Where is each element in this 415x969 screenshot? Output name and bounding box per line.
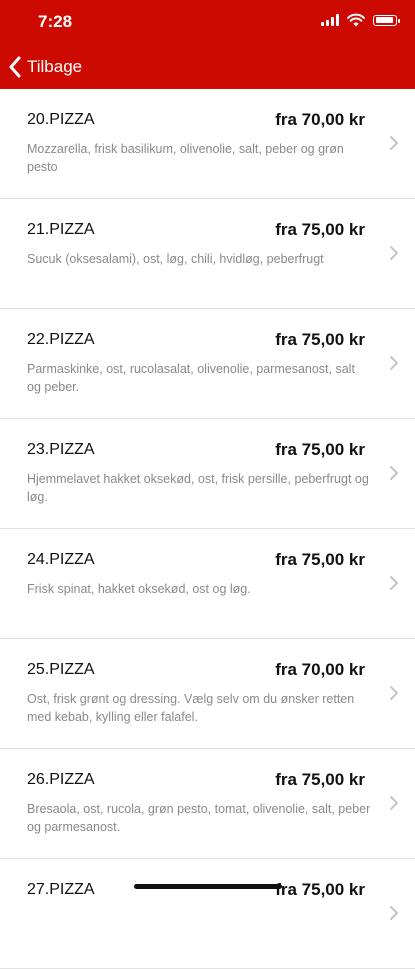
chevron-right-icon <box>390 356 398 370</box>
item-description: Bresaola, ost, rucola, grøn pesto, tomat… <box>27 802 371 834</box>
status-icons <box>321 13 400 27</box>
chevron-right-icon <box>390 686 398 700</box>
item-description: Frisk spinat, hakket oksekød, ost og løg… <box>27 582 251 596</box>
list-item[interactable]: 26.PIZZA fra 75,00 kr Bresaola, ost, ruc… <box>0 749 415 859</box>
item-name: 21.PIZZA <box>27 221 95 238</box>
chevron-right-icon <box>390 576 398 590</box>
pizza-list: 20.PIZZA fra 70,00 kr Mozzarella, frisk … <box>0 89 415 969</box>
list-item[interactable]: 21.PIZZA fra 75,00 kr Sucuk (oksesalami)… <box>0 199 415 309</box>
item-name: 20.PIZZA <box>27 111 95 128</box>
back-label: Tilbage <box>27 57 83 76</box>
item-name: 25.PIZZA <box>27 661 95 678</box>
item-name: 26.PIZZA <box>27 771 95 788</box>
battery-icon <box>373 14 400 26</box>
item-description: Mozzarella, frisk basilikum, olivenolie,… <box>27 142 344 174</box>
item-price: fra 75,00 kr <box>275 440 365 459</box>
cellular-signal-icon <box>321 14 339 26</box>
header-bar: 7:28 Tilbage <box>0 0 415 89</box>
home-indicator[interactable] <box>134 884 282 889</box>
list-item[interactable]: 22.PIZZA fra 75,00 kr Parmaskinke, ost, … <box>0 309 415 419</box>
chevron-right-icon <box>390 906 398 920</box>
item-price: fra 75,00 kr <box>275 330 365 349</box>
item-price: fra 75,00 kr <box>275 220 365 239</box>
item-price: fra 75,00 kr <box>275 880 365 899</box>
chevron-right-icon <box>390 246 398 260</box>
list-item[interactable]: 25.PIZZA fra 70,00 kr Ost, frisk grønt o… <box>0 639 415 749</box>
item-description: Sucuk (oksesalami), ost, løg, chili, hvi… <box>27 252 324 266</box>
item-name: 24.PIZZA <box>27 551 95 568</box>
item-name: 27.PIZZA <box>27 881 95 898</box>
item-price: fra 70,00 kr <box>275 110 365 129</box>
item-description: Hjemmelavet hakket oksekød, ost, frisk p… <box>27 472 369 504</box>
wifi-icon <box>347 13 365 27</box>
chevron-left-icon <box>9 56 21 78</box>
list-item[interactable]: 23.PIZZA fra 75,00 kr Hjemmelavet hakket… <box>0 419 415 529</box>
chevron-right-icon <box>390 796 398 810</box>
item-name: 23.PIZZA <box>27 441 95 458</box>
list-item[interactable]: 27.PIZZA fra 75,00 kr <box>0 859 415 969</box>
item-price: fra 75,00 kr <box>275 770 365 789</box>
back-button[interactable]: Tilbage <box>8 53 82 81</box>
item-description: Parmaskinke, ost, rucolasalat, olivenoli… <box>27 362 355 394</box>
item-description: Ost, frisk grønt og dressing. Vælg selv … <box>27 692 355 724</box>
item-price: fra 75,00 kr <box>275 550 365 569</box>
chevron-right-icon <box>390 136 398 150</box>
list-item[interactable]: 24.PIZZA fra 75,00 kr Frisk spinat, hakk… <box>0 529 415 639</box>
chevron-right-icon <box>390 466 398 480</box>
item-name: 22.PIZZA <box>27 331 95 348</box>
list-item[interactable]: 20.PIZZA fra 70,00 kr Mozzarella, frisk … <box>0 89 415 199</box>
item-price: fra 70,00 kr <box>275 660 365 679</box>
status-time: 7:28 <box>38 12 73 31</box>
